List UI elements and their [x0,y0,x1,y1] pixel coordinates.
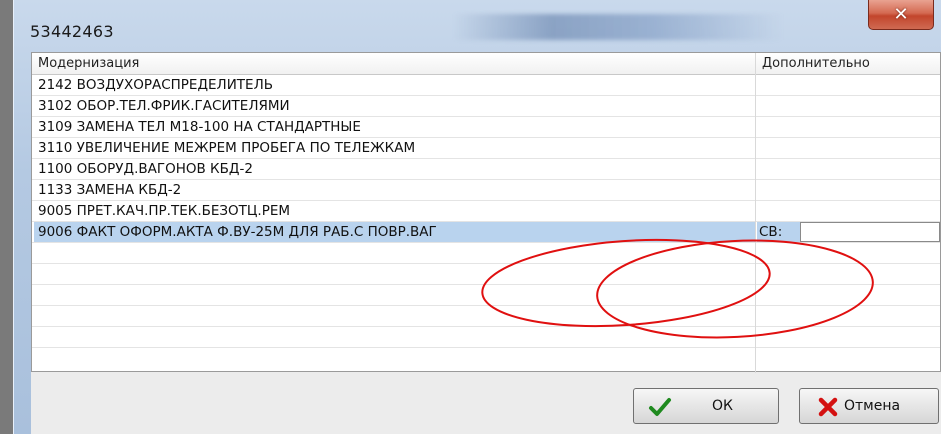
x-icon [818,397,838,417]
ok-button-label: ОК [712,398,733,414]
table-row[interactable]: 1100 ОБОРУД.ВАГОНОВ КБД-2 [32,159,940,180]
close-icon: ✕ [893,4,909,25]
row-text: 1100 ОБОРУД.ВАГОНОВ КБД-2 [38,161,253,177]
column-header-modernization[interactable]: Модернизация [38,56,139,71]
table-row-empty[interactable] [32,285,940,306]
table-row[interactable]: 9005 ПРЕТ.КАЧ.ПР.ТЕК.БЕЗОТЦ.РЕМ [32,201,940,222]
table-row-empty[interactable] [32,348,940,369]
row-text: 3109 ЗАМЕНА ТЕЛ М18-100 НА СТАНДАРТНЫЕ [38,119,361,135]
table-row[interactable]: 3110 УВЕЛИЧЕНИЕ МЕЖРЕМ ПРОБЕГА ПО ТЕЛЕЖК… [32,138,940,159]
table-row-empty[interactable] [32,327,940,348]
table-row-empty[interactable] [32,264,940,285]
ok-button[interactable]: ОК [633,388,779,424]
close-button[interactable]: ✕ [868,0,934,30]
table-row[interactable]: 1133 ЗАМЕНА КБД-2 [32,180,940,201]
row-text: 3110 УВЕЛИЧЕНИЕ МЕЖРЕМ ПРОБЕГА ПО ТЕЛЕЖК… [38,140,416,156]
table-header: Модернизация Дополнительно [32,53,940,75]
row-text: 1133 ЗАМЕНА КБД-2 [38,182,182,198]
cancel-button[interactable]: Отмена [799,388,939,424]
table-row-empty[interactable] [32,243,940,264]
dialog-content: Модернизация Дополнительно 2142 ВОЗДУХОР… [31,52,941,434]
extra-field-label: СВ: [759,224,783,240]
additional-value-input[interactable] [800,222,940,242]
title-bar[interactable]: 53442463 ✕ [13,0,941,52]
table-row-empty[interactable] [32,306,940,327]
window-title: 53442463 [30,22,114,41]
check-icon [649,398,671,416]
modernization-table[interactable]: Модернизация Дополнительно 2142 ВОЗДУХОР… [31,52,941,373]
row-text: 9005 ПРЕТ.КАЧ.ПР.ТЕК.БЕЗОТЦ.РЕМ [38,203,291,219]
row-text: 2142 ВОЗДУХОРАСПРЕДЕЛИТЕЛЬ [38,77,273,93]
column-separator [755,53,756,373]
row-text: 9006 ФАКТ ОФОРМ.АКТА Ф.ВУ-25М ДЛЯ РАБ.С … [38,224,437,240]
table-row[interactable]: 3102 ОБОР.ТЕЛ.ФРИК.ГАСИТЕЛЯМИ [32,96,940,117]
table-row[interactable]: 3109 ЗАМЕНА ТЕЛ М18-100 НА СТАНДАРТНЫЕ [32,117,940,138]
dialog-window: 53442463 ✕ Модернизация Дополнительно 21… [13,0,941,434]
table-row[interactable]: 2142 ВОЗДУХОРАСПРЕДЕЛИТЕЛЬ [32,75,940,96]
table-row-selected[interactable]: 9006 ФАКТ ОФОРМ.АКТА Ф.ВУ-25М ДЛЯ РАБ.С … [32,222,940,243]
row-text: 3102 ОБОР.ТЕЛ.ФРИК.ГАСИТЕЛЯМИ [38,98,290,114]
cancel-button-label: Отмена [844,398,901,414]
column-header-additional[interactable]: Дополнительно [762,56,870,71]
title-bar-glass [453,14,783,40]
